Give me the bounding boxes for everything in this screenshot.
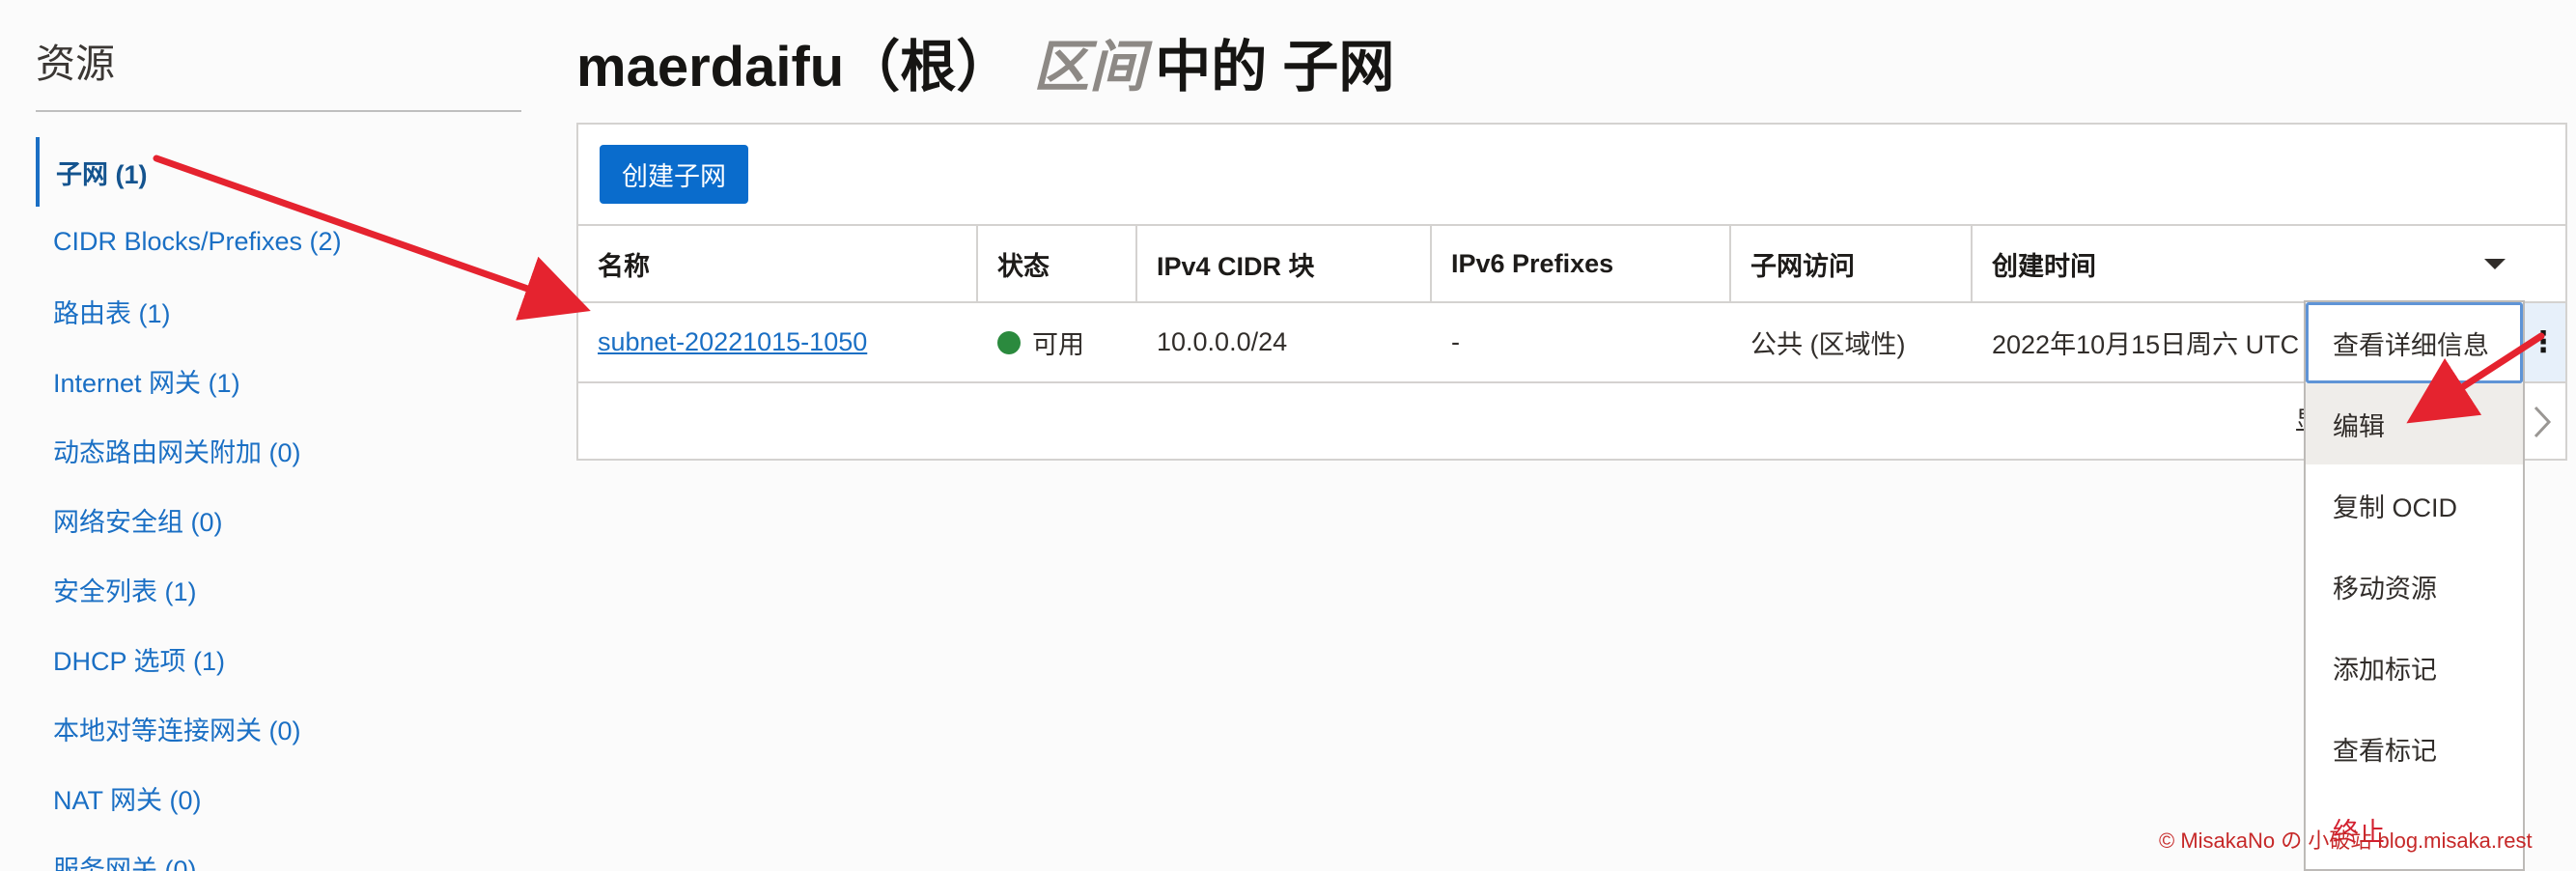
sidebar-item-subnets[interactable]: 子网 (1) bbox=[36, 137, 521, 207]
menu-item-edit[interactable]: 编辑 bbox=[2306, 383, 2523, 464]
cell-ipv4-cidr: 10.0.0.0/24 bbox=[1157, 327, 1288, 356]
cell-subnet-access: 公共 (区域性) bbox=[1750, 330, 1906, 359]
menu-item-add-tags[interactable]: 添加标记 bbox=[2306, 627, 2523, 708]
menu-item-view-tags[interactable]: 查看标记 bbox=[2306, 708, 2523, 789]
sidebar-item-local-peering-gateways[interactable]: 本地对等连接网关 (0) bbox=[36, 693, 521, 763]
page-title: maerdaifu（根） 区间 中的 子网 bbox=[576, 21, 1394, 102]
next-page-button[interactable] bbox=[2519, 385, 2565, 458]
table-header: 名称 状态 IPv4 CIDR 块 IPv6 Prefixes 子网访问 创建时… bbox=[578, 224, 2565, 303]
column-header-created-label: 创建时间 bbox=[1992, 251, 2096, 281]
sidebar-item-route-tables[interactable]: 路由表 (1) bbox=[36, 276, 521, 346]
menu-item-copy-ocid[interactable]: 复制 OCID bbox=[2306, 464, 2523, 546]
column-header-ipv6-prefixes[interactable]: IPv6 Prefixes bbox=[1432, 226, 1731, 301]
page-title-compartment-word: 区间 bbox=[1033, 36, 1146, 98]
sidebar-title: 资源 bbox=[36, 42, 115, 86]
sidebar-item-dhcp-options[interactable]: DHCP 选项 (1) bbox=[36, 624, 521, 693]
sidebar-item-drg-attachments[interactable]: 动态路由网关附加 (0) bbox=[36, 415, 521, 485]
page-title-compartment: maerdaifu（根） bbox=[576, 36, 1013, 98]
status-label: 可用 bbox=[1032, 330, 1084, 359]
subnets-table-panel: 创建子网 名称 状态 IPv4 CIDR 块 IPv6 Prefixes 子网访… bbox=[576, 123, 2567, 461]
sidebar-item-service-gateways[interactable]: 服务网关 (0) bbox=[36, 832, 521, 871]
chevron-right-icon bbox=[2534, 406, 2552, 437]
resources-sidebar: 资源 子网 (1) CIDR Blocks/Prefixes (2) 路由表 (… bbox=[36, 0, 521, 871]
row-actions-kebab-icon[interactable]: ⋮ bbox=[2521, 303, 2565, 381]
cell-state: 可用 bbox=[978, 303, 1137, 381]
sidebar-item-nat-gateways[interactable]: NAT 网关 (0) bbox=[36, 763, 521, 832]
watermark: © MisakaNo の 小破站 blog.misaka.rest bbox=[2159, 829, 2533, 853]
resource-list: 子网 (1) CIDR Blocks/Prefixes (2) 路由表 (1) … bbox=[36, 137, 521, 871]
row-actions-menu: 查看详细信息 编辑 复制 OCID 移动资源 添加标记 查看标记 终止 bbox=[2304, 300, 2525, 871]
create-subnet-button[interactable]: 创建子网 bbox=[600, 145, 748, 204]
cell-name: subnet-20221015-1050 bbox=[578, 303, 978, 381]
subnet-name-link[interactable]: subnet-20221015-1050 bbox=[598, 327, 867, 357]
menu-item-view-details[interactable]: 查看详细信息 bbox=[2306, 302, 2523, 383]
column-header-created[interactable]: 创建时间 bbox=[1973, 226, 2565, 301]
table-row: subnet-20221015-1050 可用 10.0.0.0/24 - 公共… bbox=[578, 303, 2565, 383]
column-header-ipv4-cidr[interactable]: IPv4 CIDR 块 bbox=[1137, 226, 1432, 301]
sidebar-item-internet-gateways[interactable]: Internet 网关 (1) bbox=[36, 346, 521, 415]
menu-item-move-resource[interactable]: 移动资源 bbox=[2306, 546, 2523, 627]
column-header-state[interactable]: 状态 bbox=[978, 226, 1137, 301]
page-title-suffix: 中的 子网 bbox=[1155, 36, 1395, 98]
column-header-subnet-access[interactable]: 子网访问 bbox=[1731, 226, 1973, 301]
sidebar-item-network-security-groups[interactable]: 网络安全组 (0) bbox=[36, 485, 521, 554]
sidebar-divider bbox=[36, 110, 521, 112]
column-header-name[interactable]: 名称 bbox=[578, 226, 978, 301]
sidebar-item-cidr-blocks[interactable]: CIDR Blocks/Prefixes (2) bbox=[36, 207, 521, 276]
sort-caret-down-icon[interactable] bbox=[2484, 258, 2506, 269]
cell-ipv6-prefixes: - bbox=[1451, 327, 1460, 356]
status-available-icon bbox=[997, 330, 1021, 354]
sidebar-item-security-lists[interactable]: 安全列表 (1) bbox=[36, 554, 521, 624]
